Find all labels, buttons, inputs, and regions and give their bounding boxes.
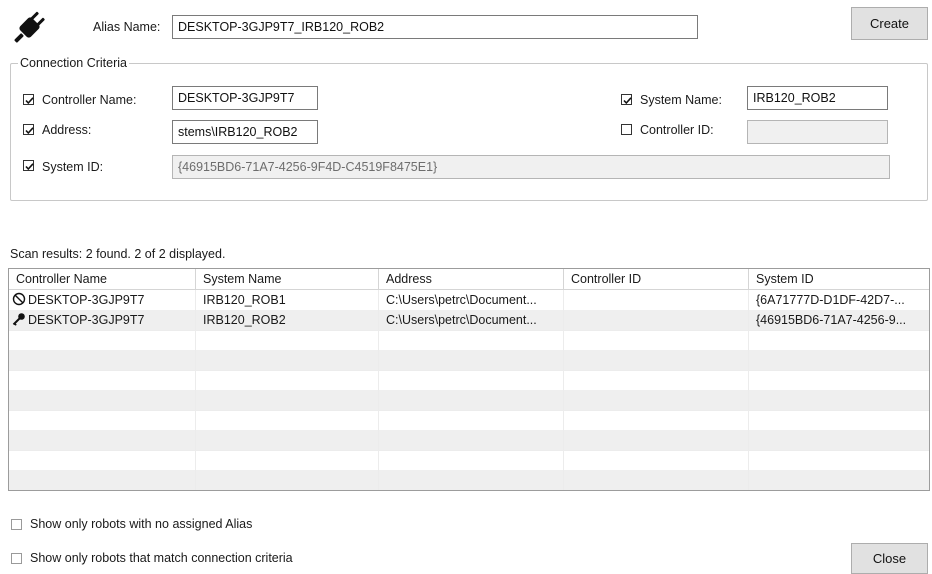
column-header-controller-name[interactable]: Controller Name — [9, 269, 196, 289]
empty-row — [9, 350, 929, 371]
no-alias-filter-label: Show only robots with no assigned Alias — [30, 517, 253, 531]
column-header-controller-id[interactable]: Controller ID — [564, 269, 749, 289]
system-name-checkbox[interactable] — [621, 94, 632, 105]
column-header-address[interactable]: Address — [379, 269, 564, 289]
cell-controller-id — [564, 290, 749, 310]
cell-system-id: {46915BD6-71A7-4256-9... — [756, 313, 907, 327]
empty-row — [9, 470, 929, 490]
results-table[interactable]: Controller Name System Name Address Cont… — [8, 268, 930, 491]
system-id-label: System ID: — [42, 160, 104, 174]
cell-address: C:\Users\petrc\Document... — [379, 290, 564, 310]
create-button[interactable]: Create — [851, 7, 928, 40]
results-table-header: Controller Name System Name Address Cont… — [9, 269, 929, 290]
alias-name-input[interactable]: DESKTOP-3GJP9T7_IRB120_ROB2 — [172, 15, 698, 39]
table-row[interactable]: DESKTOP-3GJP9T7 IRB120_ROB2 C:\Users\pet… — [9, 310, 929, 331]
controller-id-label: Controller ID: — [640, 123, 714, 137]
plug-icon — [13, 9, 47, 43]
key-icon — [12, 312, 26, 326]
cell-text: DESKTOP-3GJP9T7 — [28, 293, 145, 307]
column-header-system-name[interactable]: System Name — [196, 269, 379, 289]
empty-row — [9, 410, 929, 431]
cell-system-name: IRB120_ROB2 — [196, 310, 379, 330]
empty-row — [9, 430, 929, 451]
no-alias-filter-checkbox[interactable] — [11, 519, 22, 530]
cell-system-id: {6A71777D-D1DF-42D7-... — [756, 293, 905, 307]
scan-results-summary: Scan results: 2 found. 2 of 2 displayed. — [10, 247, 226, 261]
match-criteria-filter-label: Show only robots that match connection c… — [30, 551, 293, 565]
controller-id-input — [747, 120, 888, 144]
table-row[interactable]: DESKTOP-3GJP9T7 IRB120_ROB1 C:\Users\pet… — [9, 290, 929, 311]
cell-controller-name: DESKTOP-3GJP9T7 — [9, 310, 196, 330]
empty-row — [9, 390, 929, 411]
address-label: Address: — [42, 123, 92, 137]
empty-row — [9, 370, 929, 391]
alias-name-label: Alias Name: — [93, 20, 161, 34]
empty-row — [9, 450, 929, 471]
address-input[interactable]: stems\IRB120_ROB2 — [172, 120, 318, 144]
system-id-checkbox[interactable] — [23, 160, 34, 171]
connection-criteria-legend: Connection Criteria — [18, 56, 129, 70]
cell-text: DESKTOP-3GJP9T7 — [28, 313, 145, 327]
cell-address: C:\Users\petrc\Document... — [379, 310, 564, 330]
blocked-icon — [12, 292, 26, 306]
controller-name-checkbox[interactable] — [23, 94, 34, 105]
cell-system-name: IRB120_ROB1 — [196, 290, 379, 310]
match-criteria-filter-checkbox[interactable] — [11, 553, 22, 564]
column-header-system-id[interactable]: System ID — [749, 269, 929, 289]
address-checkbox[interactable] — [23, 124, 34, 135]
empty-row — [9, 330, 929, 351]
controller-name-input[interactable]: DESKTOP-3GJP9T7 — [172, 86, 318, 110]
close-button[interactable]: Close — [851, 543, 928, 574]
controller-id-checkbox[interactable] — [621, 124, 632, 135]
system-name-input[interactable]: IRB120_ROB2 — [747, 86, 888, 110]
cell-controller-id — [564, 310, 749, 330]
cell-controller-name: DESKTOP-3GJP9T7 — [9, 290, 196, 310]
system-id-input: {46915BD6-71A7-4256-9F4D-C4519F8475E1} — [172, 155, 890, 179]
controller-name-label: Controller Name: — [42, 93, 137, 107]
system-name-label: System Name: — [640, 93, 722, 107]
